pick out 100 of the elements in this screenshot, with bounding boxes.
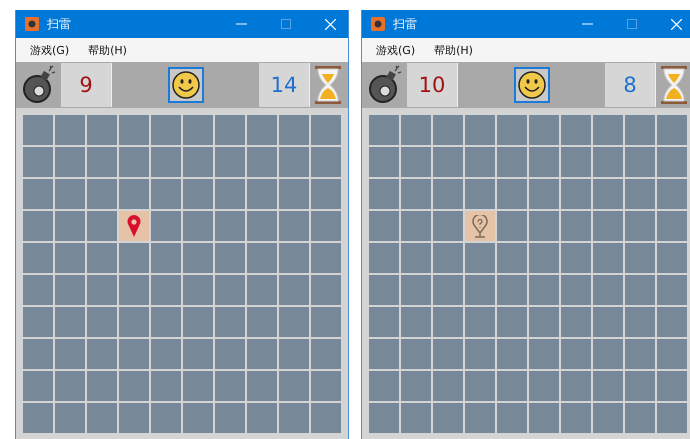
- covered-cell[interactable]: [497, 275, 527, 305]
- covered-cell[interactable]: [247, 211, 277, 241]
- covered-cell[interactable]: [561, 307, 591, 337]
- covered-cell[interactable]: [215, 371, 245, 401]
- covered-cell[interactable]: [247, 307, 277, 337]
- covered-cell[interactable]: [657, 403, 687, 433]
- covered-cell[interactable]: [625, 243, 655, 273]
- covered-cell[interactable]: [215, 339, 245, 369]
- covered-cell[interactable]: [311, 403, 341, 433]
- covered-cell[interactable]: [657, 371, 687, 401]
- covered-cell[interactable]: [593, 403, 623, 433]
- covered-cell[interactable]: [593, 275, 623, 305]
- covered-cell[interactable]: [247, 115, 277, 145]
- covered-cell[interactable]: [561, 403, 591, 433]
- covered-cell[interactable]: [23, 115, 53, 145]
- covered-cell[interactable]: [433, 179, 463, 209]
- covered-cell[interactable]: [497, 211, 527, 241]
- covered-cell[interactable]: [23, 243, 53, 273]
- covered-cell[interactable]: [593, 371, 623, 401]
- covered-cell[interactable]: [87, 147, 117, 177]
- covered-cell[interactable]: [593, 211, 623, 241]
- covered-cell[interactable]: [625, 147, 655, 177]
- covered-cell[interactable]: [561, 339, 591, 369]
- covered-cell[interactable]: [433, 307, 463, 337]
- covered-cell[interactable]: [215, 115, 245, 145]
- covered-cell[interactable]: [593, 115, 623, 145]
- covered-cell[interactable]: [119, 403, 149, 433]
- covered-cell[interactable]: [87, 339, 117, 369]
- covered-cell[interactable]: [151, 403, 181, 433]
- covered-cell[interactable]: [497, 147, 527, 177]
- smiley-button[interactable]: [168, 67, 204, 103]
- covered-cell[interactable]: [625, 179, 655, 209]
- covered-cell[interactable]: [657, 115, 687, 145]
- covered-cell[interactable]: [151, 371, 181, 401]
- covered-cell[interactable]: [497, 371, 527, 401]
- covered-cell[interactable]: [55, 243, 85, 273]
- covered-cell[interactable]: [119, 179, 149, 209]
- covered-cell[interactable]: [87, 211, 117, 241]
- covered-cell[interactable]: [529, 243, 559, 273]
- covered-cell[interactable]: [55, 403, 85, 433]
- covered-cell[interactable]: [247, 339, 277, 369]
- covered-cell[interactable]: [465, 371, 495, 401]
- covered-cell[interactable]: [657, 275, 687, 305]
- covered-cell[interactable]: [497, 115, 527, 145]
- covered-cell[interactable]: [311, 179, 341, 209]
- covered-cell[interactable]: [369, 403, 399, 433]
- covered-cell[interactable]: [55, 339, 85, 369]
- covered-cell[interactable]: [593, 339, 623, 369]
- covered-cell[interactable]: [625, 307, 655, 337]
- covered-cell[interactable]: [465, 275, 495, 305]
- covered-cell[interactable]: [151, 243, 181, 273]
- covered-cell[interactable]: [247, 371, 277, 401]
- maximize-icon[interactable]: [281, 19, 291, 29]
- covered-cell[interactable]: [593, 307, 623, 337]
- covered-cell[interactable]: [87, 179, 117, 209]
- covered-cell[interactable]: [529, 275, 559, 305]
- covered-cell[interactable]: [55, 211, 85, 241]
- covered-cell[interactable]: [279, 147, 309, 177]
- close-icon[interactable]: [671, 18, 682, 30]
- covered-cell[interactable]: [561, 243, 591, 273]
- covered-cell[interactable]: [23, 371, 53, 401]
- covered-cell[interactable]: [119, 339, 149, 369]
- covered-cell[interactable]: [247, 147, 277, 177]
- covered-cell[interactable]: [311, 211, 341, 241]
- covered-cell[interactable]: [119, 243, 149, 273]
- covered-cell[interactable]: [183, 275, 213, 305]
- covered-cell[interactable]: [87, 403, 117, 433]
- covered-cell[interactable]: [657, 243, 687, 273]
- covered-cell[interactable]: [311, 275, 341, 305]
- covered-cell[interactable]: [311, 147, 341, 177]
- covered-cell[interactable]: [119, 307, 149, 337]
- covered-cell[interactable]: [433, 371, 463, 401]
- covered-cell[interactable]: [657, 211, 687, 241]
- covered-cell[interactable]: [401, 371, 431, 401]
- covered-cell[interactable]: [279, 115, 309, 145]
- maximize-icon[interactable]: [627, 19, 637, 29]
- covered-cell[interactable]: [433, 339, 463, 369]
- covered-cell[interactable]: [465, 147, 495, 177]
- covered-cell[interactable]: [311, 243, 341, 273]
- covered-cell[interactable]: [529, 211, 559, 241]
- covered-cell[interactable]: [465, 179, 495, 209]
- covered-cell[interactable]: [279, 179, 309, 209]
- covered-cell[interactable]: [23, 179, 53, 209]
- covered-cell[interactable]: [625, 115, 655, 145]
- covered-cell[interactable]: [151, 339, 181, 369]
- covered-cell[interactable]: [529, 403, 559, 433]
- covered-cell[interactable]: [215, 147, 245, 177]
- covered-cell[interactable]: [401, 115, 431, 145]
- flagged-cell[interactable]: [119, 211, 149, 241]
- covered-cell[interactable]: [23, 147, 53, 177]
- covered-cell[interactable]: [55, 371, 85, 401]
- covered-cell[interactable]: [183, 211, 213, 241]
- covered-cell[interactable]: [625, 211, 655, 241]
- covered-cell[interactable]: [279, 403, 309, 433]
- covered-cell[interactable]: [311, 115, 341, 145]
- covered-cell[interactable]: [215, 179, 245, 209]
- covered-cell[interactable]: [369, 275, 399, 305]
- covered-cell[interactable]: [369, 371, 399, 401]
- covered-cell[interactable]: [593, 243, 623, 273]
- covered-cell[interactable]: [625, 371, 655, 401]
